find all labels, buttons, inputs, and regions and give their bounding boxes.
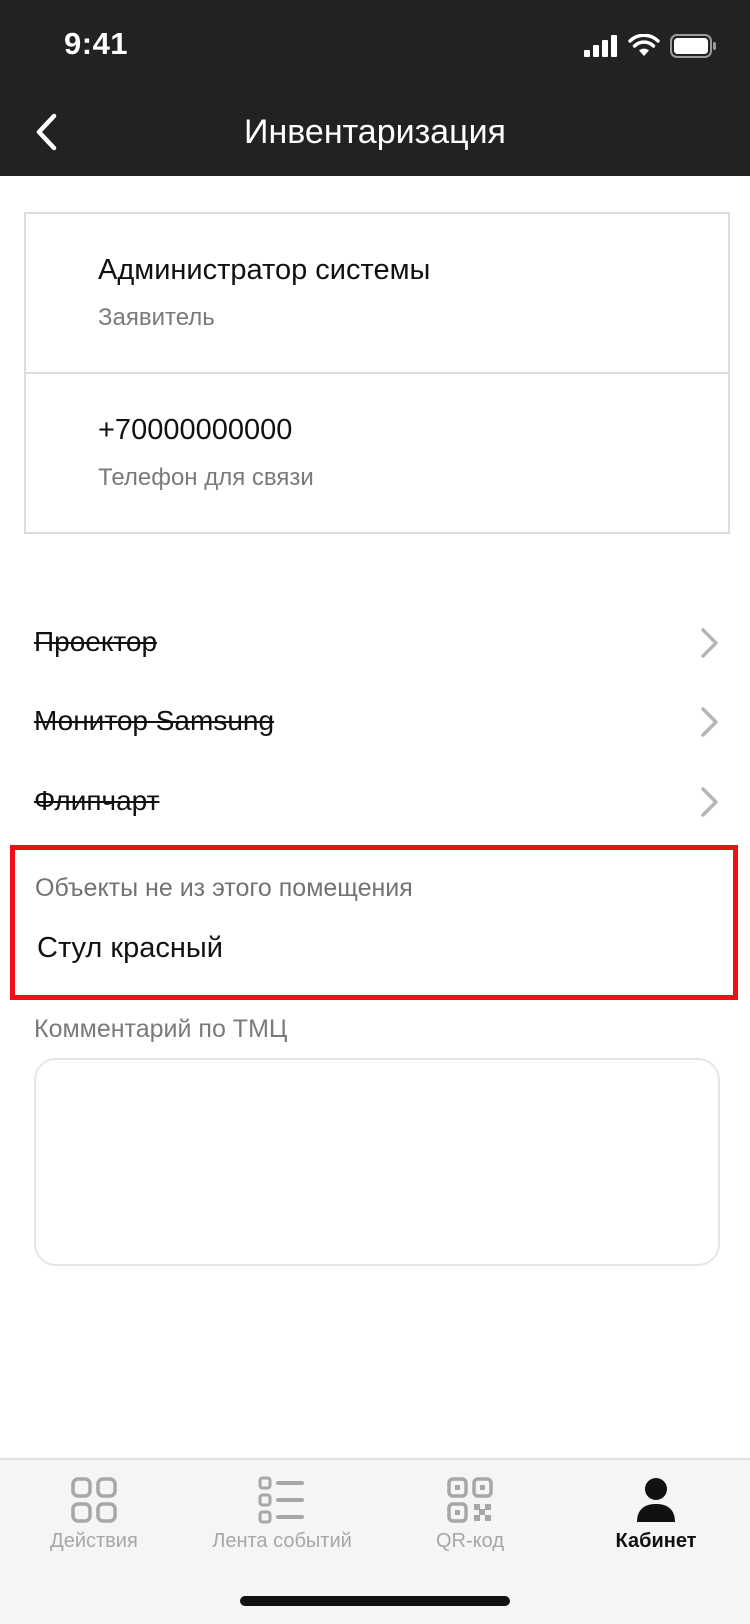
user-icon	[637, 1478, 675, 1522]
qr-code-icon	[447, 1477, 493, 1523]
asset-item-flipchart[interactable]: Флипчарт	[0, 763, 750, 841]
tab-actions[interactable]: Действия	[0, 1460, 188, 1570]
tab-label: QR-код	[436, 1530, 504, 1552]
list-icon	[258, 1476, 304, 1524]
comment-input[interactable]	[34, 1058, 720, 1266]
tab-qr-code[interactable]: QR-код	[376, 1460, 564, 1570]
app-header: 9:41 Инвентаризация	[0, 0, 750, 176]
foreign-objects-section: Объекты не из этого помещения Стул красн…	[10, 845, 738, 1000]
comment-label: Комментарий по ТМЦ	[34, 1015, 288, 1043]
chevron-right-icon	[701, 628, 718, 658]
asset-name: Монитор Samsung	[34, 705, 275, 736]
asset-name: Проектор	[34, 626, 158, 657]
applicant-phone-row[interactable]: +70000000000 Телефон для связи	[26, 374, 728, 534]
tab-label: Действия	[50, 1530, 138, 1552]
chevron-right-icon	[701, 787, 718, 817]
applicant-phone[interactable]: +70000000000	[98, 414, 292, 447]
tab-label: Кабинет	[615, 1530, 697, 1552]
applicant-name-label: Заявитель	[98, 304, 215, 331]
battery-icon	[670, 34, 716, 58]
applicant-phone-label: Телефон для связи	[98, 464, 314, 491]
grid-icon	[71, 1477, 117, 1523]
asset-item-monitor[interactable]: Монитор Samsung	[0, 683, 750, 761]
status-icons	[584, 32, 716, 60]
applicant-name-row: Администратор системы Заявитель	[26, 214, 728, 374]
status-time: 9:41	[64, 26, 129, 61]
chevron-right-icon	[701, 707, 718, 737]
foreign-object-item[interactable]: Стул красный	[37, 932, 223, 965]
tab-events-feed[interactable]: Лента событий	[188, 1460, 376, 1570]
foreign-objects-title: Объекты не из этого помещения	[35, 874, 413, 902]
wifi-icon	[628, 34, 660, 56]
tab-label: Лента событий	[212, 1530, 352, 1552]
asset-name: Флипчарт	[34, 785, 160, 816]
asset-item-projector[interactable]: Проектор	[0, 604, 750, 682]
applicant-card: Администратор системы Заявитель +7000000…	[24, 212, 730, 534]
page-title: Инвентаризация	[244, 113, 506, 151]
signal-icon	[584, 35, 617, 57]
applicant-name: Администратор системы	[98, 254, 431, 286]
tab-cabinet[interactable]: Кабинет	[562, 1460, 750, 1570]
home-indicator	[240, 1596, 510, 1606]
